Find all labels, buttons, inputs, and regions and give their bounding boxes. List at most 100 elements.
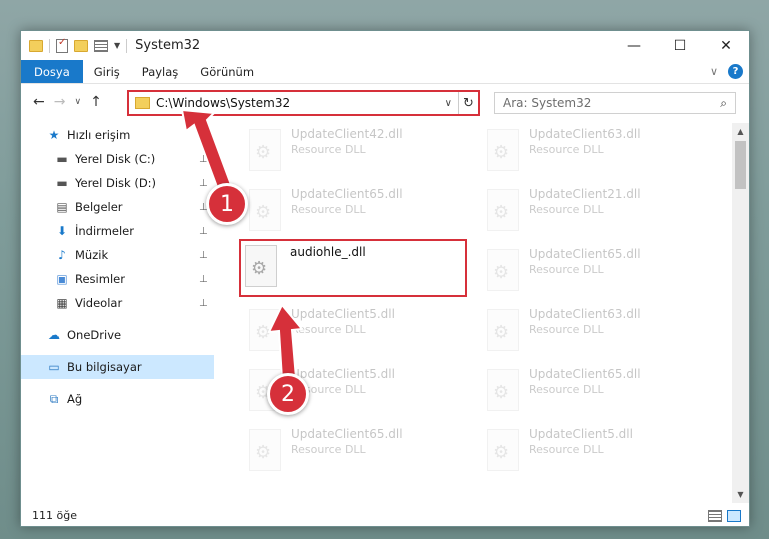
minimize-button[interactable]: — <box>611 31 657 60</box>
scroll-down-arrow-icon[interactable]: ▼ <box>732 486 749 503</box>
tab-home[interactable]: Giriş <box>83 60 131 83</box>
file-name: UpdateClient42.dll <box>291 127 403 141</box>
help-icon[interactable]: ? <box>728 64 743 79</box>
navigation-pane: ★ Hızlı erişim ▬ Yerel Disk (C:) ⊥ ▬ Yerel Dis… <box>21 123 214 503</box>
pin-icon[interactable]: ⊥ <box>199 178 208 189</box>
tab-share[interactable]: Paylaş <box>131 60 190 83</box>
dll-file-icon <box>487 429 519 471</box>
file-name: UpdateClient65.dll <box>529 367 641 381</box>
sidebar-item[interactable]: ⬇ İndirmeler ⊥ <box>21 219 214 243</box>
toolbar-divider <box>49 38 50 53</box>
sidebar-item[interactable]: ♪ Müzik ⊥ <box>21 243 214 267</box>
file-name: UpdateClient65.dll <box>529 247 641 261</box>
search-box[interactable]: Ara: System32 ⌕ <box>494 92 736 114</box>
file-item[interactable]: UpdateClient63.dll Resource DLL <box>479 123 704 175</box>
up-arrow-icon[interactable]: ↑ <box>90 94 102 110</box>
cloud-icon: ☁ <box>48 328 60 342</box>
file-description: Resource DLL <box>291 443 366 456</box>
pin-icon[interactable]: ⊥ <box>199 250 208 261</box>
tab-file[interactable]: Dosya <box>21 60 83 83</box>
address-bar[interactable]: C:\Windows\System32 ∨ ↻ <box>127 90 480 116</box>
documents-icon: ▤ <box>56 200 68 214</box>
sidebar-item[interactable]: ▬ Yerel Disk (C:) ⊥ <box>21 147 214 171</box>
file-item[interactable]: UpdateClient65.dll Resource DLL <box>479 363 704 415</box>
address-dropdown-chevron-icon[interactable]: ∨ <box>439 98 458 109</box>
file-item[interactable]: UpdateClient42.dll Resource DLL <box>241 123 466 175</box>
file-description: Resource DLL <box>529 383 604 396</box>
file-item[interactable]: UpdateClient65.dll Resource DLL <box>479 243 704 295</box>
search-icon: ⌕ <box>720 95 727 110</box>
computer-icon: ▭ <box>48 360 60 374</box>
forward-arrow-icon[interactable]: → <box>54 94 66 110</box>
sidebar-item[interactable]: ▤ Belgeler ⊥ <box>21 195 214 219</box>
drive-icon: ▬ <box>56 176 68 190</box>
address-path[interactable]: C:\Windows\System32 <box>156 96 439 110</box>
sidebar-item[interactable]: ▦ Videolar ⊥ <box>21 291 214 315</box>
sidebar-item[interactable]: ☁ OneDrive <box>21 323 214 347</box>
dll-file-icon <box>249 429 281 471</box>
customize-toolbar-chevron-icon[interactable]: ▼ <box>114 41 120 50</box>
back-arrow-icon[interactable]: ← <box>33 94 45 110</box>
view-switcher <box>708 510 741 522</box>
file-name: UpdateClient5.dll <box>291 307 395 321</box>
pictures-icon: ▣ <box>56 272 68 286</box>
folder-icon <box>29 39 43 52</box>
dll-file-icon <box>487 369 519 411</box>
large-icons-view-icon[interactable] <box>727 510 741 522</box>
file-description: Resource DLL <box>529 323 604 336</box>
vertical-scrollbar[interactable]: ▲ ▼ <box>732 123 749 503</box>
sidebar-item[interactable]: ★ Hızlı erişim <box>21 123 214 147</box>
recent-locations-chevron-icon[interactable]: ∨ <box>74 97 81 107</box>
sidebar-item-label: Yerel Disk (D:) <box>75 176 157 190</box>
tab-view[interactable]: Görünüm <box>189 60 265 83</box>
maximize-button[interactable]: ☐ <box>657 31 703 60</box>
file-item[interactable]: UpdateClient5.dll Resource DLL <box>241 303 466 355</box>
highlighted-file-item[interactable]: audiohle_.dll <box>239 239 467 297</box>
file-item[interactable]: UpdateClient63.dll Resource DLL <box>479 303 704 355</box>
ribbon-tabs: Dosya Giriş Paylaş Görünüm ∨ ? <box>21 60 749 84</box>
file-name: UpdateClient5.dll <box>291 367 395 381</box>
pin-icon[interactable]: ⊥ <box>199 154 208 165</box>
close-button[interactable]: ✕ <box>703 31 749 60</box>
dll-file-icon <box>245 245 277 287</box>
drive-icon: ▬ <box>56 152 68 166</box>
new-folder-icon[interactable] <box>74 39 88 52</box>
pin-icon[interactable]: ⊥ <box>199 274 208 285</box>
properties-icon[interactable] <box>56 37 68 53</box>
pin-icon[interactable]: ⊥ <box>199 226 208 237</box>
file-item[interactable]: UpdateClient5.dll Resource DLL <box>479 423 704 475</box>
file-item[interactable]: UpdateClient21.dll Resource DLL <box>479 183 704 235</box>
sidebar-item[interactable]: ⧉ Ağ <box>21 387 214 411</box>
sidebar-item-label: Videolar <box>75 296 123 310</box>
sidebar-item[interactable]: ▣ Resimler ⊥ <box>21 267 214 291</box>
window-title: System32 <box>135 38 201 53</box>
refresh-icon[interactable]: ↻ <box>458 92 478 114</box>
sidebar-item-label: Belgeler <box>75 200 123 214</box>
sidebar-item[interactable]: ▬ Yerel Disk (D:) ⊥ <box>21 171 214 195</box>
search-input[interactable]: Ara: System32 <box>503 96 720 110</box>
scrollbar-thumb[interactable] <box>735 141 746 189</box>
sidebar-item[interactable]: ▭ Bu bilgisayar <box>21 355 214 379</box>
dll-file-icon <box>487 249 519 291</box>
pin-icon[interactable]: ⊥ <box>199 298 208 309</box>
sidebar-item-label: Bu bilgisayar <box>67 360 142 374</box>
file-description: Resource DLL <box>529 443 604 456</box>
folder-icon <box>135 97 150 109</box>
step-2-badge: 2 <box>267 373 309 415</box>
scroll-up-arrow-icon[interactable]: ▲ <box>732 123 749 140</box>
sidebar-item-label: Müzik <box>75 248 109 262</box>
file-description: Resource DLL <box>291 143 366 156</box>
sidebar-item-label: Hızlı erişim <box>67 128 131 142</box>
expand-ribbon-chevron-icon[interactable]: ∨ <box>710 65 718 78</box>
view-options-icon[interactable] <box>94 39 108 52</box>
details-view-icon[interactable] <box>708 510 722 522</box>
file-item[interactable]: UpdateClient65.dll Resource DLL <box>241 423 466 475</box>
dll-file-icon <box>487 309 519 351</box>
dll-file-icon <box>249 189 281 231</box>
file-item[interactable]: UpdateClient65.dll Resource DLL <box>241 183 466 235</box>
file-name: UpdateClient21.dll <box>529 187 641 201</box>
ribbon-right: ∨ ? <box>710 64 743 79</box>
file-name: audiohle_.dll <box>290 245 366 259</box>
title-bar: ▼ System32 — ☐ ✕ <box>21 31 749 60</box>
item-count: 111 öğe <box>32 508 77 522</box>
